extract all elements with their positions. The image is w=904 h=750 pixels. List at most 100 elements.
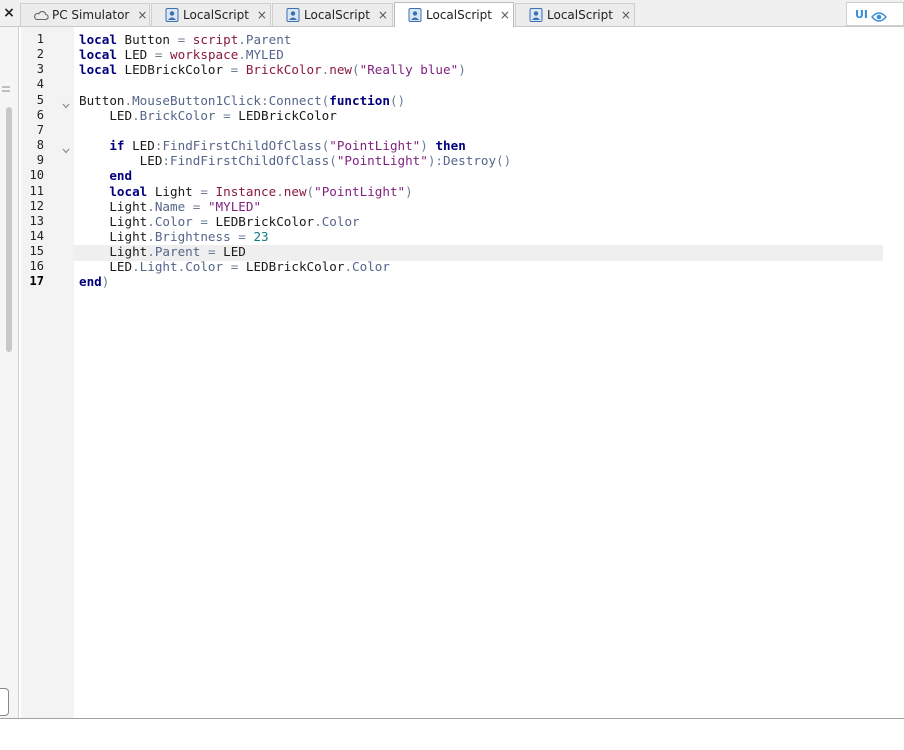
code-line[interactable]: LED:FindFirstChildOfClass("PointLight"):… [79,153,512,169]
code-line[interactable]: Light.Color = LEDBrickColor.Color [79,213,360,229]
code-token: Light [79,244,148,260]
code-token: LED [124,138,155,154]
code-token: Color [352,259,390,275]
left-panel-scrollbar[interactable] [6,107,12,352]
line-number: 5 [36,92,44,107]
code-line[interactable]: end) [79,274,109,289]
code-token: "PointLight" [314,183,406,199]
script-icon [407,7,423,23]
code-token: . [147,228,155,244]
code-token: = [200,183,208,199]
cloud-icon [33,7,49,23]
code-token: Parent [154,244,201,260]
code-line[interactable]: Light.Brightness = 23 [79,228,268,244]
code-token: . [124,92,133,108]
code-token: . [314,213,322,229]
tab-close-icon[interactable]: × [500,8,510,22]
code-token: local [79,62,117,78]
code-line[interactable]: Light.Parent = LED [79,244,246,259]
code-token: Instance [215,183,277,199]
code-token: ) [420,138,428,154]
code-token: "PointLight" [336,153,428,169]
code-line[interactable]: local Light = Instance.new("PointLight") [79,183,413,199]
line-number: 2 [36,47,44,62]
code-token: function [329,92,390,108]
tab-localscript[interactable]: LocalScript × [151,3,271,26]
code-line[interactable]: LED.Light.Color = LEDBrickColor.Color [79,259,390,274]
editor-bottom-border [0,718,904,719]
line-number: 4 [36,77,44,92]
line-number: 11 [29,183,44,198]
code-line[interactable]: LED.BrickColor = LEDBrickColor [79,108,337,123]
tab-localscript-active[interactable]: LocalScript × [394,2,514,27]
code-token: . [147,198,155,214]
tab-bar: × PC Simulator × LocalScript × LocalScri… [0,0,904,27]
code-token: Color [154,213,193,229]
tab-close-icon[interactable]: × [621,8,631,22]
code-token: Color [321,213,360,229]
tab-pc-simulator[interactable]: PC Simulator × [20,3,150,26]
code-token: local [79,47,117,63]
code-line[interactable]: local LED = workspace.MYLED [79,47,284,62]
code-token: Light [79,198,148,214]
line-number: 13 [29,213,44,228]
code-token: MYLED [245,47,284,63]
line-number: 6 [36,107,44,122]
code-token: local [79,32,117,47]
code-line[interactable]: local LEDBrickColor = BrickColor.new("Re… [79,62,466,77]
panel-grip-icon[interactable] [1,79,11,92]
left-panel-button[interactable] [0,688,9,716]
ui-visibility-toggle[interactable]: UI [846,2,904,26]
code-line[interactable]: Button.MouseButton1Click:Connect(functio… [79,93,405,108]
code-token: new [283,183,307,199]
script-editor[interactable] [21,27,904,719]
line-number: 17 [29,274,44,289]
tab-localscript[interactable]: LocalScript × [272,3,393,26]
code-token: LED [79,107,133,123]
code-token: BrickColor [139,107,216,123]
code-token: . [132,259,140,275]
code-token: then [435,138,466,154]
code-token: : [261,92,269,108]
code-line[interactable]: Light.Name = "MYLED" [79,199,261,214]
tab-label: LocalScript [183,8,249,22]
code-token: LED [116,47,155,63]
code-token: . [276,183,284,199]
line-number: 8 [36,138,44,153]
code-token: local [109,183,148,199]
tab-localscript[interactable]: LocalScript × [515,3,635,26]
code-token: BrickColor [245,62,322,78]
code-token: Destroy [443,153,497,169]
code-token: Connect [268,92,322,108]
code-token: if [109,138,125,154]
script-icon [285,7,301,23]
code-token: Light [139,259,178,275]
fold-chevron-icon[interactable] [61,141,71,154]
code-token: LEDBrickColor [230,107,337,123]
tab-close-icon[interactable]: × [378,8,388,22]
code-token: ( [329,153,337,169]
code-area[interactable] [74,27,904,719]
code-line[interactable]: local Button = script.Parent [79,32,291,47]
code-token: = [200,213,208,229]
code-token: LED [215,244,246,260]
fold-chevron-icon[interactable] [61,96,71,109]
code-token: ( [352,62,360,78]
tab-close-icon[interactable]: × [137,8,147,22]
code-line[interactable]: end [79,168,132,183]
code-token: . [238,47,246,63]
eye-icon [871,8,887,22]
line-number: 14 [29,228,44,243]
code-token: ) [405,183,413,199]
ui-label: UI [855,7,869,21]
code-token: ) [101,274,110,290]
code-token: LEDBrickColor [238,259,345,275]
close-all-tabs-button[interactable]: × [0,0,18,26]
line-number: 10 [29,168,44,183]
code-line[interactable]: if LED:FindFirstChildOfClass("PointLight… [79,138,466,154]
tab-close-icon[interactable]: × [257,8,267,22]
